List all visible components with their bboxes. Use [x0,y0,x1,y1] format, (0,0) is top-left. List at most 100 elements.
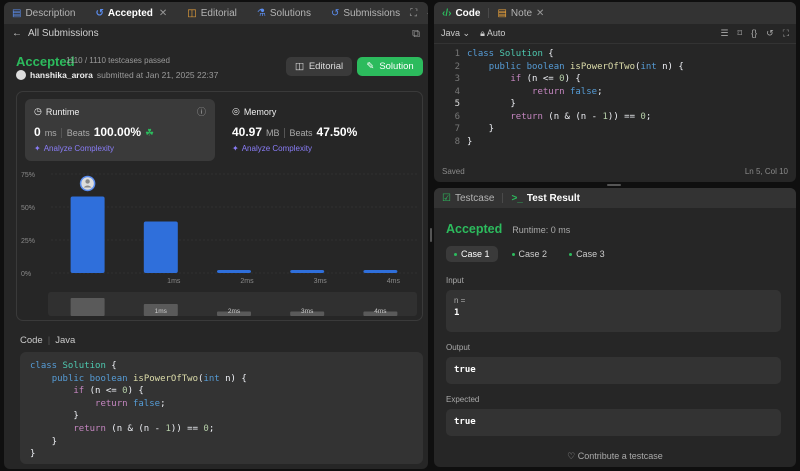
braces-icon[interactable]: {} [751,28,757,39]
chart-bar [290,270,325,273]
maximize-icon[interactable]: ⛶ [410,8,417,19]
reset-icon[interactable]: ↺ [766,28,774,39]
case-tab-2[interactable]: Case 2 [504,246,556,262]
link-icon[interactable]: ⧉ [412,28,420,41]
runtime-unit: ms [44,128,57,138]
tab-solutions[interactable]: ⚗ Solutions [257,8,311,19]
code-icon: ‹/› [442,7,452,19]
tab-submissions[interactable]: ↺ Submissions [331,8,400,19]
y-tick-label: 0% [21,271,31,278]
submitted-code[interactable]: class Solution { public boolean isPowerO… [20,352,423,464]
analyze-complexity-link[interactable]: ✦ Analyze Complexity [232,144,404,153]
expected-label: Expected [446,395,480,404]
expand-icon[interactable]: ⛶ [783,28,789,39]
clock-icon: ◷ [34,106,42,116]
solution-button[interactable]: ✎ Solution [357,57,423,76]
memory-beats: 47.50% [316,125,358,139]
memory-unit: MB [266,128,280,138]
terminal-icon: >_ [511,192,523,204]
result-status: Accepted [446,222,503,236]
expected-box: true [446,409,781,436]
code-line: class Solution { [30,361,117,371]
language-select[interactable]: Java ⌄ [441,28,470,39]
runtime-card[interactable]: ◷ Runtime ⓘ 0 ms Beats 100.00% ☘ ✦ Analyz… [25,99,215,161]
minimap-label: 3ms [301,308,314,315]
tab-test-result[interactable]: >_ Test Result [511,193,580,204]
code-line: public boolean isPowerOfTwo(int n) { [488,61,684,72]
author-name[interactable]: hanshika_arora [30,70,93,80]
bookmark-icon[interactable]: ⌑ [738,28,743,39]
code-line: } [30,411,79,422]
y-tick-label: 50% [21,205,35,212]
minimap-bar [70,298,105,316]
book-icon: ◫ [187,7,197,19]
input-var-value: 1 [454,308,460,318]
test-result-panel: ☑ Testcase >_ Test Result Accepted Runti… [434,188,796,467]
minimap-label: 2ms [228,308,241,315]
y-tick-label: 25% [21,238,35,245]
code-line: } [467,124,495,134]
code-line: } [30,436,58,447]
info-icon[interactable]: ⓘ [197,105,206,118]
panel-controls: ⛶ ‹ [410,8,428,19]
tab-note[interactable]: ▤ Note ✕ [497,8,544,19]
save-status: Saved [442,167,465,176]
avatar[interactable] [16,70,26,80]
runtime-distribution-chart[interactable]: 75% 50% 25% 0% 1ms 2ms 3ms 4ms 1ms 2ms 3ms 4ms [17,167,424,322]
result-tab-bar: ☑ Testcase >_ Test Result [434,188,796,208]
sparkle-icon: ✦ [232,144,239,153]
minimap-label: 1ms [155,308,168,315]
book-icon: ◫ [294,61,304,72]
code-line: return false; [95,398,166,409]
x-tick-label: 4ms [387,278,401,285]
result-header: Accepted Runtime: 0 ms [446,222,570,236]
output-box: true [446,357,781,384]
auto-mode[interactable]: 🔒︎ Auto [480,28,505,39]
close-icon[interactable]: ✕ [159,8,167,19]
input-label: Input [446,276,464,285]
back-link[interactable]: ← All Submissions [12,28,99,39]
beats-label: Beats [283,128,313,138]
testcases-passed: 1110 / 1110 testcases passed [66,56,170,65]
line-number: 8 [454,136,460,147]
tab-code[interactable]: ‹/› Code [442,8,480,19]
collapse-icon[interactable]: ‹ [427,8,428,19]
format-icon[interactable]: ☰ [720,28,728,39]
chart-bar [217,270,251,273]
line-numbers: 1 2 3 4 5 6 7 8 [434,48,460,148]
analyze-complexity-link[interactable]: ✦ Analyze Complexity [34,144,206,153]
close-icon[interactable]: ✕ [536,8,544,19]
submission-panel: ▤ Description ↺ Accepted ✕ ◫ Editorial ⚗… [4,2,428,469]
case-tab-3[interactable]: Case 3 [561,246,613,262]
horizontal-resize-handle[interactable] [607,184,621,186]
expected-value: true [454,417,476,427]
emoji-icon: ☘ [145,128,155,139]
tab-description[interactable]: ▤ Description [12,8,75,19]
minimap-label: 4ms [374,308,387,315]
case-tab-1[interactable]: Case 1 [446,246,498,262]
code-line: if (n <= 0) { [510,74,581,84]
line-number: 6 [454,111,460,122]
memory-card[interactable]: ◎ Memory 40.97 MB Beats 47.50% ✦ Analyze … [223,99,413,161]
submitted-time: submitted at Jan 21, 2025 22:37 [96,70,219,80]
x-tick-label: 3ms [314,278,328,285]
heart-icon: ♡ [567,451,576,461]
editor-tab-bar: ‹/› Code ▤ Note ✕ [434,2,796,24]
memory-icon: ◎ [232,106,240,116]
tab-accepted[interactable]: ↺ Accepted ✕ [95,8,167,19]
vertical-resize-handle[interactable] [430,228,432,242]
code-line: } [30,449,36,460]
result-runtime: Runtime: 0 ms [512,225,571,235]
line-number: 4 [454,86,460,97]
history-icon: ↺ [330,7,340,19]
pass-dot-icon [569,252,573,256]
stats-panel: ◷ Runtime ⓘ 0 ms Beats 100.00% ☘ ✦ Analyz… [16,91,423,321]
pass-dot-icon [511,252,515,256]
tab-editorial[interactable]: ◫ Editorial [187,8,237,19]
contribute-testcase-link[interactable]: ♡ Contribute a testcase [434,451,796,462]
case-tabs: Case 1 Case 2 Case 3 [446,246,613,262]
editorial-button[interactable]: ◫ Editorial [286,57,352,76]
tab-testcase[interactable]: ☑ Testcase [442,193,494,204]
code-line: } [467,136,473,147]
arrow-left-icon: ← [12,28,22,39]
